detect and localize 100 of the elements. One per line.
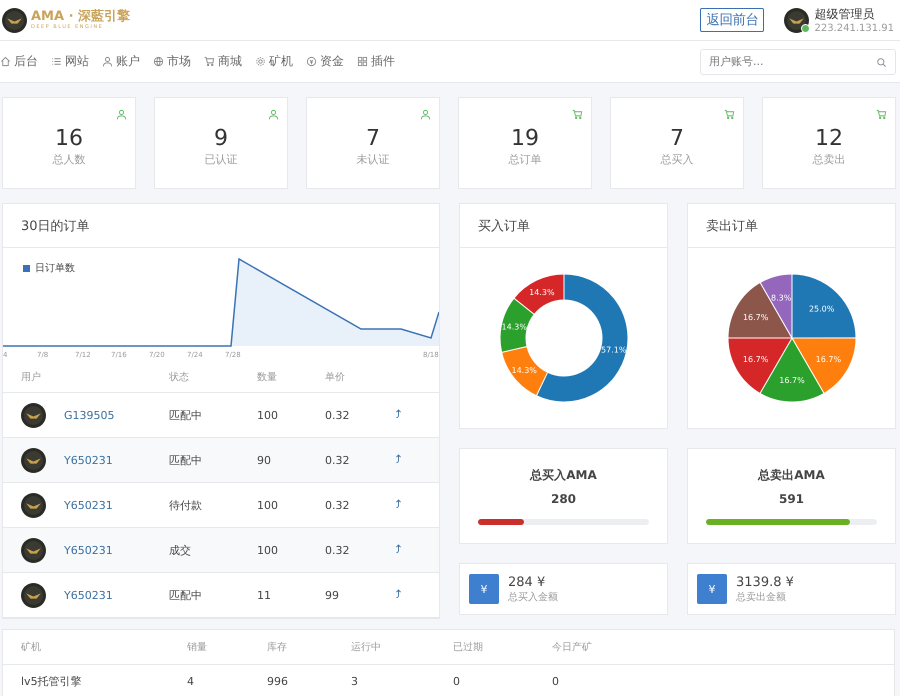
nav-item[interactable]: 插件 [357,53,395,70]
user-link[interactable]: G139505 [64,408,115,422]
cart-icon [204,56,215,67]
user-icon [116,109,127,120]
column-header: 运行中 [350,630,452,664]
grid-icon [357,56,368,67]
user-link[interactable]: Y650231 [64,544,113,556]
cart-icon [572,109,583,120]
column-header: 单价 [324,361,392,392]
column-header: 状态 [168,361,256,392]
user-avatar [21,448,46,472]
stat-label: 总卖出 [812,152,846,167]
nav-item[interactable]: 网站 [51,53,89,70]
share-icon [393,453,404,464]
amount-label: 总卖出金额 [736,590,787,604]
user-link[interactable]: Y650231 [64,498,113,512]
nav-item[interactable]: 资金 [306,53,344,70]
user-avatar [784,8,810,32]
slice-label: 16.7% [778,376,804,385]
table-cell: 0 [452,664,551,696]
user-avatar [21,582,46,608]
slice-label: 16.7% [742,312,768,322]
stat-value: 19 [510,126,540,152]
amount-label: 总买入金额 [508,590,558,604]
share-icon [393,588,404,599]
logo-title: AMA · 深藍引擎 [31,10,130,24]
panel-title: 买入订单 [460,204,667,248]
stat-value: 16 [54,126,84,152]
table-cell: 0.32 [324,528,392,572]
table-cell: lv5托管引擎 [3,664,186,696]
gear-icon [255,56,266,67]
table-cell: 99 [324,572,392,618]
search-icon [876,56,887,68]
column-header: 用户 [3,361,168,392]
nav-item[interactable]: 商城 [204,53,242,70]
cart-icon [876,109,887,120]
list-icon [51,56,62,67]
table-cell: 3 [350,664,452,696]
user-icon [268,109,279,120]
home-icon [0,56,11,67]
table-cell: 0.32 [324,438,392,482]
table-cell: 匹配中 [168,572,256,618]
user-avatar [21,402,46,428]
column-header: 已过期 [452,630,551,664]
table-cell: 11 [256,572,324,618]
legend-label: 日订单数 [35,262,75,275]
amount-value: 3139.8 ¥ [736,574,794,590]
slice-label: 16.7% [742,354,768,364]
table-cell: 996 [266,664,350,696]
column-header: 库存 [266,630,350,664]
slice-label: 14.3% [510,366,536,375]
currency-icon: ¥ [697,574,727,604]
share-icon [393,408,404,419]
back-to-frontend-button[interactable]: 返回前台 [700,8,764,32]
column-header: 矿机 [3,630,186,664]
stat-value: 7 [365,126,381,152]
slice-label: 14.3% [501,322,526,332]
nav-item[interactable]: 矿机 [255,53,293,70]
table-cell: 4 [186,664,266,696]
user-icon [102,56,113,67]
slice-label: 14.3% [528,288,554,298]
currency-icon: ¥ [469,574,499,604]
total-title: 总卖出AMA [758,467,825,484]
stat-label: 总买入 [660,152,694,167]
slice-label: 25.0% [808,304,834,314]
user-icon [420,109,431,120]
panel-title: 卖出订单 [688,204,895,248]
user-avatar [21,538,46,562]
total-title: 总买入AMA [530,467,597,484]
column-header: 今日产矿 [551,630,653,664]
cart-icon [724,109,735,120]
nav-item[interactable]: 后台 [0,53,38,70]
logo-icon [2,8,27,32]
stat-label: 未认证 [356,152,390,167]
user-link[interactable]: Y650231 [64,588,113,602]
share-icon [393,498,404,509]
slice-label: 57.1% [600,345,626,354]
share-icon [393,543,404,554]
stat-value: 7 [669,126,685,152]
slice-label: 8.3% [770,293,791,302]
slice-label: 16.7% [815,354,841,364]
stat-label: 总人数 [52,152,86,167]
nav-item[interactable]: 市场 [153,53,191,70]
user-avatar [21,492,46,518]
user-ip: 223.241.131.91 [814,23,894,34]
stat-label: 总订单 [508,152,542,167]
coin-icon [306,56,317,67]
user-name: 超级管理员 [814,6,876,23]
stat-value: 12 [814,126,844,152]
nav-item[interactable]: 账户 [102,53,140,70]
column-header: 销量 [186,630,266,664]
legend-swatch [23,264,30,272]
stat-value: 9 [213,126,229,152]
total-value: 280 [550,492,576,506]
search-field[interactable]: 用户账号... [700,48,896,74]
table-cell: 90 [256,438,324,482]
stat-label: 已认证 [204,152,238,167]
table-cell: 0 [551,664,653,696]
user-link[interactable]: Y650231 [64,454,113,466]
column-header: 数量 [256,361,324,392]
